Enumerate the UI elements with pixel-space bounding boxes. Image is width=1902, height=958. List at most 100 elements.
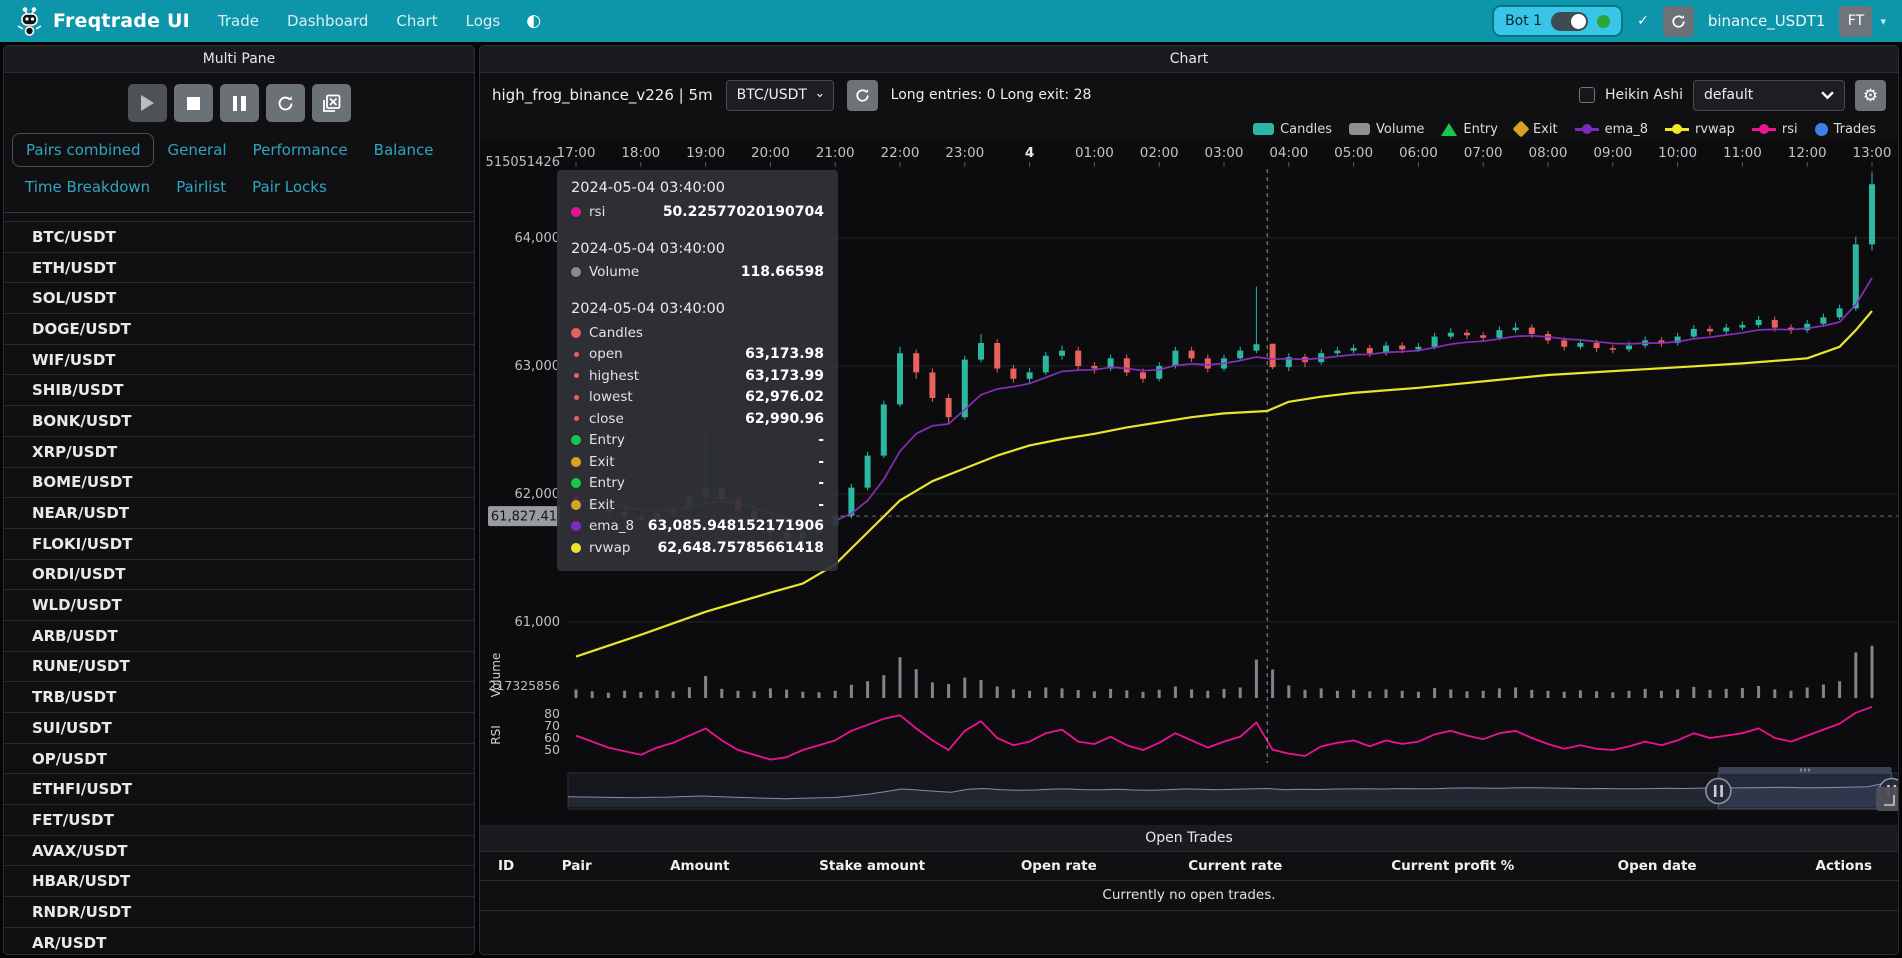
- legend-item-rvwap[interactable]: rvwap: [1665, 122, 1735, 137]
- pair-list-item[interactable]: OP/USDT: [4, 744, 474, 775]
- pair-list-item[interactable]: FLOKI/USDT: [4, 529, 474, 560]
- pair-list-item[interactable]: BONK/USDT: [4, 406, 474, 437]
- tab-performance[interactable]: Performance: [240, 134, 361, 166]
- pair-list-item[interactable]: SOL/USDT: [4, 283, 474, 314]
- column-header-pair[interactable]: Pair: [554, 852, 634, 881]
- multi-pane-panel: Multi Pane Pairs combinedGene: [3, 45, 475, 955]
- gear-icon: ⚙: [1863, 87, 1878, 104]
- svg-text:02:00: 02:00: [1140, 145, 1179, 161]
- nav-links: Trade Dashboard Chart Logs: [218, 12, 500, 30]
- legend-item-rsi[interactable]: rsi: [1752, 122, 1798, 137]
- navbar: Freqtrade UI Trade Dashboard Chart Logs ◐ B…: [0, 0, 1902, 42]
- reload-bot-button[interactable]: [1663, 6, 1694, 37]
- pair-list-item[interactable]: FET/USDT: [4, 805, 474, 836]
- series-marker-icon: [571, 521, 581, 531]
- series-marker-icon: [571, 457, 581, 467]
- entry-legend-marker-icon: [1441, 123, 1457, 136]
- svg-text:62,000: 62,000: [515, 487, 561, 502]
- multi-pane-header: Multi Pane: [4, 46, 474, 73]
- pair-list-item[interactable]: SUI/USDT: [4, 713, 474, 744]
- svg-text:18:00: 18:00: [621, 145, 660, 161]
- pair-list-item[interactable]: TRB/USDT: [4, 682, 474, 713]
- heikin-ashi-checkbox[interactable]: [1579, 87, 1595, 103]
- tooltip-label: Candles: [589, 325, 643, 341]
- legend-label: Candles: [1280, 122, 1332, 137]
- pair-list-item[interactable]: DOGE/USDT: [4, 314, 474, 345]
- pair-list-item[interactable]: NEAR/USDT: [4, 498, 474, 529]
- tooltip-row-exit: Exit-: [571, 494, 824, 516]
- reload-trades-button[interactable]: [266, 84, 305, 122]
- pair-select[interactable]: BTC/USDT: [726, 80, 834, 111]
- column-header-open-rate[interactable]: Open rate: [979, 852, 1140, 881]
- play-button[interactable]: [128, 84, 167, 122]
- theme-toggle-icon[interactable]: ◐: [526, 11, 541, 31]
- open-trades-header: Open Trades: [480, 825, 1898, 852]
- pair-list-item[interactable]: ORDI/USDT: [4, 560, 474, 591]
- pair-list-item[interactable]: ETH/USDT: [4, 253, 474, 284]
- chart-toolbar: high_frog_binance_v226 | 5m BTC/USDT Lon…: [480, 73, 1898, 117]
- refresh-chart-button[interactable]: [847, 80, 878, 111]
- pair-list-item[interactable]: SHIB/USDT: [4, 375, 474, 406]
- legend-item-candles[interactable]: Candles: [1253, 122, 1332, 137]
- legend-item-entry[interactable]: Entry: [1441, 122, 1498, 137]
- tooltip-value: -: [818, 454, 824, 470]
- legend-label: rvwap: [1695, 122, 1735, 137]
- tab-pairs-combined[interactable]: Pairs combined: [12, 133, 154, 167]
- pair-list-item[interactable]: RNDR/USDT: [4, 897, 474, 928]
- legend-item-trades[interactable]: Trades: [1815, 122, 1876, 137]
- pair-list-item[interactable]: BTC/USDT: [4, 222, 474, 253]
- nav-link-trade[interactable]: Trade: [218, 12, 259, 30]
- nav-link-logs[interactable]: Logs: [466, 12, 501, 30]
- pair-list-item[interactable]: ETHFI/USDT: [4, 774, 474, 805]
- tab-pairlist[interactable]: Pairlist: [163, 171, 239, 203]
- series-marker-icon: [574, 352, 579, 357]
- pair-list-item[interactable]: WLD/USDT: [4, 590, 474, 621]
- plot-config-select[interactable]: default: [1693, 80, 1845, 111]
- legend-item-exit[interactable]: Exit: [1515, 122, 1558, 137]
- pair-list-item[interactable]: WIF/USDT: [4, 345, 474, 376]
- series-marker-icon: [574, 395, 579, 400]
- tooltip-row-close: close62,990.96: [571, 408, 824, 430]
- close-all-icon: [322, 94, 341, 113]
- nav-link-dashboard[interactable]: Dashboard: [287, 12, 368, 30]
- pair-list-item[interactable]: AR/USDT: [4, 928, 474, 954]
- pair-list-item[interactable]: HBAR/USDT: [4, 866, 474, 897]
- column-header-open-date[interactable]: Open date: [1574, 852, 1740, 881]
- user-menu-caret-icon[interactable]: ▾: [1880, 15, 1886, 28]
- pair-list-item[interactable]: BOME/USDT: [4, 468, 474, 499]
- stop-icon: [187, 97, 200, 110]
- multi-pane-tabs: Pairs combinedGeneralPerformanceBalance T…: [4, 131, 474, 213]
- pair-list-item[interactable]: XRP/USDT: [4, 437, 474, 468]
- nav-link-chart[interactable]: Chart: [396, 12, 437, 30]
- pair-list-item[interactable]: AVAX/USDT: [4, 836, 474, 867]
- column-header-id[interactable]: ID: [480, 852, 554, 881]
- user-avatar[interactable]: FT: [1839, 6, 1872, 37]
- svg-text:61,000: 61,000: [515, 615, 561, 630]
- tab-time-breakdown[interactable]: Time Breakdown: [12, 171, 163, 203]
- plot-settings-button[interactable]: ⚙: [1855, 80, 1886, 111]
- pair-list-item[interactable]: RUNE/USDT: [4, 652, 474, 683]
- chart-area[interactable]: 64,00063,00062,00061,00051505142617:0018…: [480, 141, 1898, 825]
- legend-item-ema_8[interactable]: ema_8: [1575, 122, 1648, 137]
- legend-label: Volume: [1376, 122, 1424, 137]
- series-marker-icon: [571, 500, 581, 510]
- legend-item-volume[interactable]: Volume: [1349, 122, 1424, 137]
- forceexit-all-button[interactable]: [312, 84, 351, 122]
- column-header-current-profit-pct[interactable]: Current profit %: [1331, 852, 1574, 881]
- tooltip-date: 2024-05-04 03:40:00: [571, 180, 824, 196]
- tab-general[interactable]: General: [154, 134, 239, 166]
- pause-button[interactable]: [220, 84, 259, 122]
- brand[interactable]: Freqtrade UI: [16, 6, 190, 36]
- column-header-stake-amount[interactable]: Stake amount: [766, 852, 979, 881]
- tab-pair-locks[interactable]: Pair Locks: [239, 171, 340, 203]
- chart-panel-header: Chart: [480, 46, 1898, 73]
- column-header-current-rate[interactable]: Current rate: [1139, 852, 1331, 881]
- stop-button[interactable]: [174, 84, 213, 122]
- column-header-actions[interactable]: Actions: [1740, 852, 1898, 881]
- pair-list-item[interactable]: ARB/USDT: [4, 621, 474, 652]
- tooltip-value: 62,648.75785661418: [658, 540, 825, 556]
- bot-selector[interactable]: Bot 1: [1492, 5, 1623, 37]
- tab-balance[interactable]: Balance: [361, 134, 447, 166]
- column-header-amount[interactable]: Amount: [634, 852, 766, 881]
- bot-toggle[interactable]: [1551, 12, 1588, 31]
